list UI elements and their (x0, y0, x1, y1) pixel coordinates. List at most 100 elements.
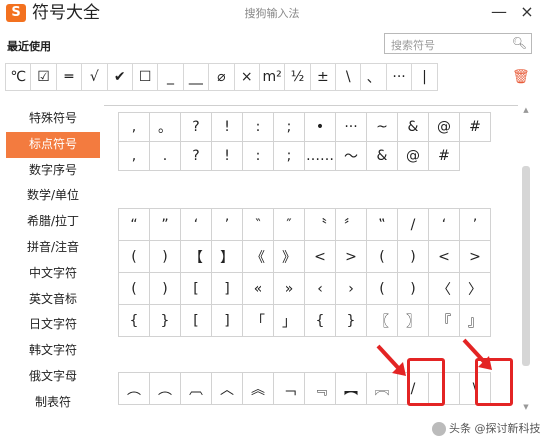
category-item[interactable]: 制表符 (6, 390, 100, 416)
symbol-cell[interactable]: @ (397, 141, 429, 171)
recent-symbol[interactable]: ☑ (30, 63, 57, 91)
symbol-cell[interactable]: ’ (459, 208, 491, 241)
scroll-thumb[interactable] (522, 166, 530, 366)
recent-symbol[interactable]: \ (335, 63, 362, 91)
symbol-cell[interactable]: « (242, 272, 274, 305)
recent-symbol[interactable]: ⌀ (208, 63, 235, 91)
scrollbar[interactable]: ▲ ▼ (520, 106, 532, 411)
symbol-cell[interactable]: 》 (273, 240, 305, 273)
symbol-cell[interactable]: 〞 (335, 208, 367, 241)
recent-symbol[interactable]: ··· (385, 63, 413, 91)
symbol-cell[interactable]: ︽ (242, 372, 274, 405)
search-input[interactable] (385, 36, 503, 55)
symbol-cell[interactable]: . (149, 141, 181, 171)
symbol-cell[interactable]: 〗 (397, 304, 429, 337)
symbol-cell[interactable]: ︵ (118, 372, 150, 405)
symbol-cell[interactable]: 『 (428, 304, 460, 337)
symbol-cell[interactable]: ‟ (366, 208, 398, 241)
category-item[interactable]: 拼音/注音 (6, 235, 100, 261)
category-item[interactable]: 俄文字母 (6, 364, 100, 390)
symbol-cell[interactable]: ) (397, 240, 429, 273)
symbol-cell[interactable]: 』 (459, 304, 491, 337)
symbol-cell[interactable]: 【 (180, 240, 212, 273)
trash-icon[interactable]: 🗑︎ (512, 69, 530, 85)
category-item[interactable]: 标点符号 (6, 131, 100, 158)
category-item[interactable]: 韩文字符 (6, 338, 100, 364)
scroll-up-icon[interactable]: ▲ (520, 106, 532, 114)
symbol-cell[interactable]: 〈 (428, 272, 460, 305)
recent-symbol[interactable]: m² (258, 63, 286, 91)
recent-symbol[interactable]: √ (81, 63, 108, 91)
symbol-cell[interactable]: ? (180, 112, 212, 142)
symbol-cell[interactable]: ( (366, 240, 398, 273)
symbol-cell[interactable]: • (304, 112, 336, 142)
symbol-cell[interactable]: & (397, 112, 429, 142)
symbol-cell[interactable]: 〝 (304, 208, 336, 241)
symbol-cell[interactable]: 】 (211, 240, 243, 273)
symbol-cell[interactable]: ; (273, 141, 305, 171)
recent-symbol[interactable]: ✔ (106, 63, 133, 91)
symbol-cell[interactable]: ‹ (304, 272, 336, 305)
symbol-cell[interactable]: # (428, 141, 460, 171)
symbol-cell[interactable]: 〖 (366, 304, 398, 337)
symbol-cell[interactable]: ﹃ (304, 372, 336, 405)
symbol-cell[interactable]: ︹ (180, 372, 212, 405)
symbol-cell[interactable]: > (459, 240, 491, 273)
symbol-cell[interactable]: ︿ (211, 372, 243, 405)
symbol-cell[interactable]: ( (118, 272, 150, 305)
symbol-cell[interactable]: [ (180, 272, 212, 305)
symbol-cell[interactable]: 」 (273, 304, 305, 337)
recent-symbol[interactable]: _ (157, 63, 184, 91)
symbol-cell[interactable]: ~ (366, 112, 398, 142)
symbol-cell[interactable]: ﹁ (273, 372, 305, 405)
symbol-cell[interactable]: ··· (335, 112, 367, 142)
symbol-cell[interactable]: ) (149, 240, 181, 273)
symbol-cell[interactable]: ! (211, 112, 243, 142)
recent-symbol[interactable]: | (411, 63, 438, 91)
recent-symbol[interactable]: 、 (360, 63, 387, 91)
symbol-cell[interactable]: 「 (242, 304, 274, 337)
symbol-cell[interactable]: ︻ (335, 372, 367, 405)
symbol-cell[interactable]: ; (273, 112, 305, 142)
search-icon[interactable]: 🔍︎ (512, 36, 527, 50)
symbol-cell[interactable]: ( (118, 240, 150, 273)
symbol-cell[interactable]: & (366, 141, 398, 171)
symbol-cell[interactable]: 〉 (459, 272, 491, 305)
symbol-cell[interactable]: ) (397, 272, 429, 305)
symbol-cell[interactable]: @ (428, 112, 460, 142)
symbol-cell[interactable]: 。 (149, 112, 181, 142)
symbol-cell[interactable]: ? (180, 141, 212, 171)
symbol-cell[interactable]: # (459, 112, 491, 142)
category-item[interactable]: 数字序号 (6, 158, 100, 184)
symbol-cell[interactable]: , (118, 141, 150, 171)
recent-symbol[interactable]: ℃ (5, 63, 32, 91)
symbol-cell[interactable]: , (118, 112, 150, 142)
recent-symbol[interactable]: ☐ (131, 63, 159, 91)
recent-symbol[interactable]: × (233, 63, 260, 91)
symbol-cell[interactable]: ‘ (180, 208, 212, 241)
symbol-cell[interactable]: ] (211, 272, 243, 305)
recent-symbol[interactable]: ═ (55, 63, 83, 91)
symbol-cell[interactable]: [ (180, 304, 212, 337)
symbol-cell[interactable]: ] (211, 304, 243, 337)
scroll-down-icon[interactable]: ▼ (520, 403, 532, 411)
symbol-cell[interactable]: } (335, 304, 367, 337)
symbol-cell[interactable]: “ (118, 208, 150, 241)
symbol-cell[interactable]: ’ (211, 208, 243, 241)
symbol-cell[interactable]: { (304, 304, 336, 337)
symbol-cell[interactable]: » (273, 272, 305, 305)
symbol-cell[interactable]: …… (304, 141, 336, 171)
symbol-cell[interactable]: : (242, 141, 274, 171)
symbol-cell[interactable]: › (335, 272, 367, 305)
category-item[interactable]: 特殊符号 (6, 106, 100, 132)
recent-symbol[interactable]: ± (309, 63, 337, 91)
symbol-cell[interactable]: ” (149, 208, 181, 241)
symbol-cell[interactable]: / (397, 208, 429, 241)
symbol-cell[interactable]: ) (149, 272, 181, 305)
close-button[interactable]: × (516, 2, 538, 22)
category-item[interactable]: 英文音标 (6, 287, 100, 313)
category-item[interactable]: 日文字符 (6, 312, 100, 338)
symbol-cell[interactable]: ( (366, 272, 398, 305)
symbol-cell[interactable]: ‘ (428, 208, 460, 241)
symbol-cell[interactable]: > (335, 240, 367, 273)
